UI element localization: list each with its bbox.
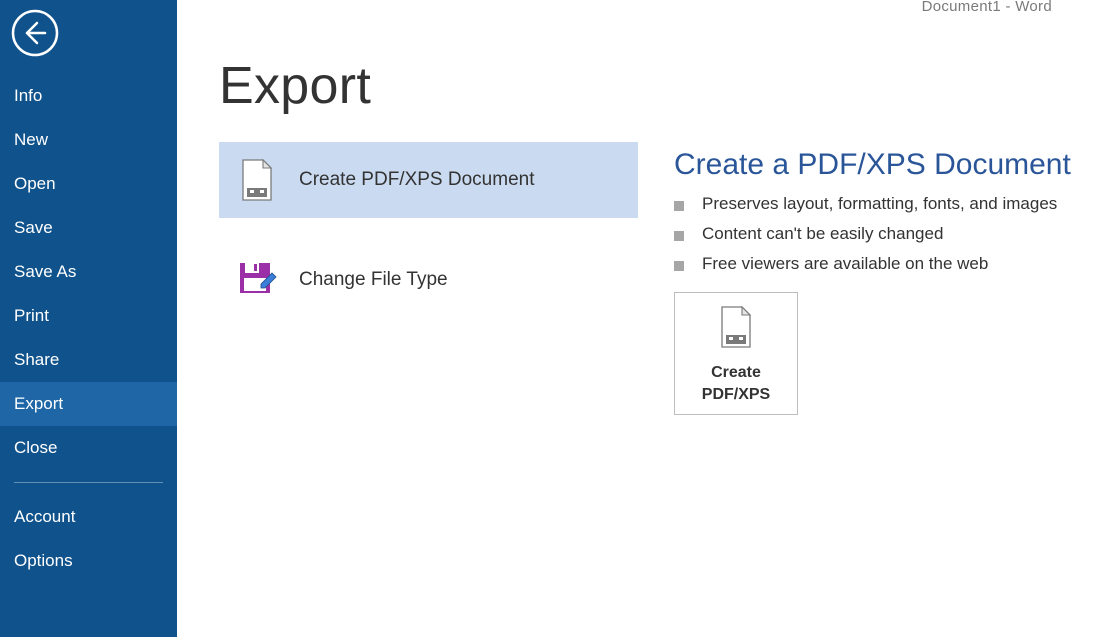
sidebar-item-account[interactable]: Account xyxy=(0,495,177,539)
export-option-list: Create PDF/XPS Document Change File Type xyxy=(219,142,638,415)
pdf-document-icon xyxy=(233,158,281,202)
export-content: Create PDF/XPS Document Change File Type… xyxy=(219,142,1110,415)
pdf-document-icon xyxy=(718,305,754,354)
detail-bullets: Preserves layout, formatting, fonts, and… xyxy=(674,194,1110,274)
option-label: Create PDF/XPS Document xyxy=(299,169,534,191)
bullet-item: Content can't be easily changed xyxy=(674,224,1110,244)
sidebar-item-label: Open xyxy=(14,174,56,193)
main-panel: Document1 - Word Export Create PDF/XPS D… xyxy=(177,0,1110,637)
detail-title: Create a PDF/XPS Document xyxy=(674,148,1110,182)
sidebar-item-options[interactable]: Options xyxy=(0,539,177,583)
save-edit-icon xyxy=(233,260,281,300)
sidebar-item-export[interactable]: Export xyxy=(0,382,177,426)
bullet-icon xyxy=(674,231,684,241)
create-pdf-xps-button[interactable]: Create PDF/XPS xyxy=(674,292,798,415)
sidebar-item-new[interactable]: New xyxy=(0,118,177,162)
bullet-icon xyxy=(674,201,684,211)
option-create-pdf-xps[interactable]: Create PDF/XPS Document xyxy=(219,142,638,218)
bullet-item: Free viewers are available on the web xyxy=(674,254,1110,274)
sidebar-item-label: Info xyxy=(14,86,42,105)
sidebar-divider xyxy=(14,482,163,483)
sidebar-item-label: Save xyxy=(14,218,53,237)
bullet-text: Preserves layout, formatting, fonts, and… xyxy=(702,194,1057,214)
button-label: Create PDF/XPS xyxy=(679,362,793,405)
back-arrow-icon xyxy=(10,8,60,58)
sidebar-item-label: New xyxy=(14,130,48,149)
sidebar-item-save-as[interactable]: Save As xyxy=(0,250,177,294)
bullet-item: Preserves layout, formatting, fonts, and… xyxy=(674,194,1110,214)
sidebar-item-save[interactable]: Save xyxy=(0,206,177,250)
window-title: Document1 - Word xyxy=(922,0,1052,15)
option-change-file-type[interactable]: Change File Type xyxy=(219,244,638,316)
sidebar-item-print[interactable]: Print xyxy=(0,294,177,338)
back-button[interactable] xyxy=(10,8,60,58)
sidebar-item-info[interactable]: Info xyxy=(0,74,177,118)
sidebar-item-share[interactable]: Share xyxy=(0,338,177,382)
sidebar-item-label: Account xyxy=(14,507,75,526)
sidebar-item-label: Print xyxy=(14,306,49,325)
backstage-sidebar: Info New Open Save Save As Print Share E… xyxy=(0,0,177,637)
page-title: Export xyxy=(219,56,1110,116)
sidebar-item-label: Share xyxy=(14,350,59,369)
sidebar-item-label: Options xyxy=(14,551,73,570)
sidebar-item-label: Close xyxy=(14,438,57,457)
bullet-icon xyxy=(674,261,684,271)
option-label: Change File Type xyxy=(299,269,448,291)
sidebar-item-close[interactable]: Close xyxy=(0,426,177,470)
document-title-text: Document1 - Word xyxy=(922,0,1052,15)
bullet-text: Free viewers are available on the web xyxy=(702,254,988,274)
sidebar-item-label: Export xyxy=(14,394,63,413)
sidebar-item-label: Save As xyxy=(14,262,76,281)
detail-panel: Create a PDF/XPS Document Preserves layo… xyxy=(674,142,1110,415)
sidebar-item-open[interactable]: Open xyxy=(0,162,177,206)
bullet-text: Content can't be easily changed xyxy=(702,224,943,244)
